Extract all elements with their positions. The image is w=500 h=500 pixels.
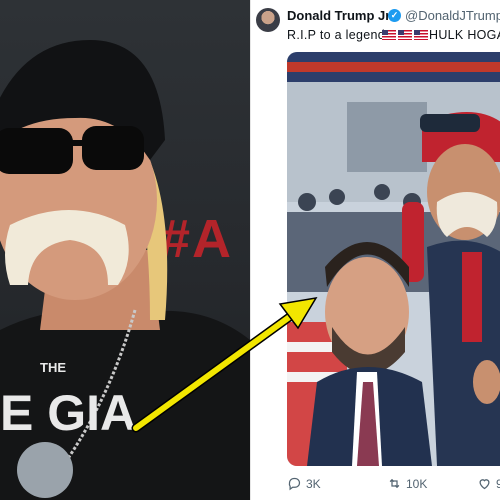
svg-text:E GIA: E GIA bbox=[0, 385, 136, 441]
verified-badge-icon: ✓ bbox=[388, 9, 401, 22]
repost-button[interactable]: 10K bbox=[387, 476, 427, 491]
author-avatar[interactable] bbox=[256, 8, 280, 32]
tweet-photo[interactable] bbox=[287, 52, 500, 466]
tweet-card: Donald Trump Jr. ✓ @DonaldJTrumpJ R.I.P … bbox=[250, 0, 500, 500]
tweet-text-end: HULK HOGA bbox=[429, 28, 500, 42]
us-flag-icon bbox=[398, 30, 412, 40]
hulk-hogan-portrait: E GIA THE bbox=[0, 40, 250, 500]
author-handle[interactable]: @DonaldJTrumpJ bbox=[405, 8, 500, 23]
tweet-text-start: R.I.P to a legend. bbox=[287, 28, 389, 42]
us-flags bbox=[382, 28, 430, 42]
author-name[interactable]: Donald Trump Jr. bbox=[287, 8, 393, 23]
tweet-actions-bar: 3K 10K 9 bbox=[287, 476, 500, 496]
like-button[interactable]: 9 bbox=[477, 476, 500, 491]
us-flag-icon bbox=[382, 30, 396, 40]
repost-icon bbox=[389, 478, 400, 489]
left-photo-hulk-hogan: #A E GIA THE bbox=[0, 0, 250, 500]
us-flag-icon bbox=[414, 30, 428, 40]
convention-selfie-image bbox=[287, 52, 500, 466]
heart-icon bbox=[479, 479, 490, 490]
reply-count: 3K bbox=[306, 476, 321, 491]
reply-button[interactable]: 3K bbox=[287, 476, 321, 491]
reply-icon bbox=[288, 477, 301, 491]
like-count: 9 bbox=[496, 476, 500, 491]
svg-text:THE: THE bbox=[40, 360, 66, 375]
repost-count: 10K bbox=[406, 476, 428, 491]
